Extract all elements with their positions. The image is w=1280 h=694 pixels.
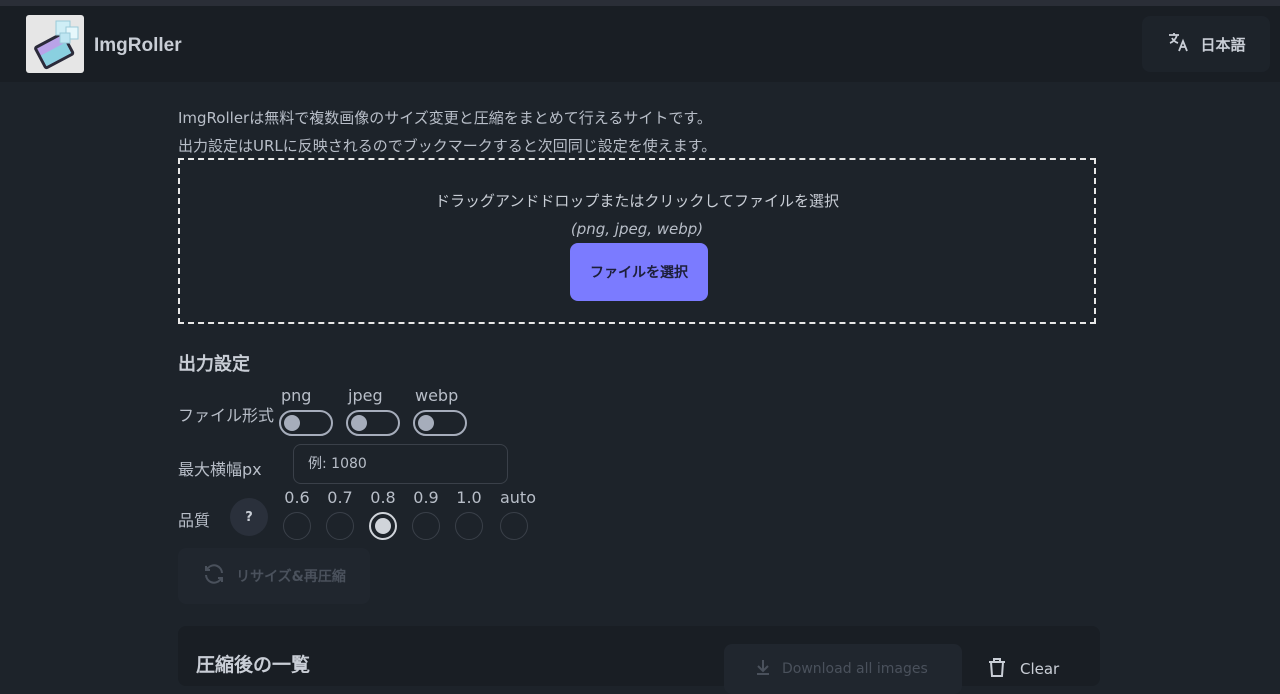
select-file-button[interactable]: ファイルを選択 [570,243,708,301]
format-name: webp [415,386,459,405]
quality-option-0.9: 0.9 [406,488,446,540]
intro-text: ImgRollerは無料で複数画像のサイズ変更と圧縮をまとめて行えるサイトです。… [178,104,716,160]
results-title: 圧縮後の一覧 [196,654,311,676]
output-settings-title: 出力設定 [178,354,250,375]
refresh-icon [202,562,226,590]
jpeg-toggle[interactable] [346,410,400,436]
quality-radio-0.9[interactable] [412,512,440,540]
quality-option-0.8: 0.8 [363,488,403,540]
quality-radio-1.0[interactable] [455,512,483,540]
download-all-button[interactable]: Download all images [724,644,962,694]
format-option-webp: webp [413,386,467,436]
language-button[interactable]: 日本語 [1142,16,1270,72]
file-dropzone[interactable]: ドラッグアンドドロップまたはクリックしてファイルを選択 (png, jpeg, … [178,158,1096,324]
quality-radio-0.8[interactable] [369,512,397,540]
intro-line-2: 出力設定はURLに反映されるのでブックマークすると次回同じ設定を使えます。 [178,137,717,155]
intro-line-1: ImgRollerは無料で複数画像のサイズ変更と圧縮をまとめて行えるサイトです。 [178,109,712,127]
quality-radio-0.7[interactable] [326,512,354,540]
quality-option-auto: auto [498,488,538,540]
trash-icon [986,656,1008,682]
quality-value: 1.0 [456,488,482,507]
format-option-png: png [279,386,333,436]
webp-toggle[interactable] [413,410,467,436]
quality-label: 品質 [178,511,211,530]
quality-option-0.7: 0.7 [320,488,360,540]
language-label: 日本語 [1200,35,1246,54]
app-header: ImgRoller 日本語 [0,6,1280,82]
dropzone-formats: (png, jpeg, webp) [570,220,704,238]
format-option-jpeg: jpeg [346,386,400,436]
format-name: png [281,386,312,405]
download-all-label: Download all images [782,661,928,677]
quality-value: auto [499,488,536,507]
quality-option-0.6: 0.6 [277,488,317,540]
format-name: jpeg [348,386,383,405]
app-name: ImgRoller [94,35,182,56]
max-width-input[interactable] [293,444,508,484]
max-width-label: 最大横幅px [178,460,262,479]
app-logo-icon[interactable] [26,15,84,73]
quality-radio-auto[interactable] [500,512,528,540]
png-toggle[interactable] [279,410,333,436]
file-format-label: ファイル形式 [178,406,275,425]
quality-help-button[interactable]: ? [230,498,268,536]
quality-radio-0.6[interactable] [283,512,311,540]
quality-value: 0.7 [327,488,353,507]
download-icon [754,658,772,680]
results-panel: 圧縮後の一覧 Download all images Clear [178,626,1100,694]
clear-label: Clear [1020,660,1060,678]
resize-recompress-button[interactable]: リサイズ&再圧縮 [178,548,370,604]
quality-option-1.0: 1.0 [449,488,489,540]
quality-value: 0.6 [284,488,310,507]
dropzone-instruction: ドラッグアンドドロップまたはクリックしてファイルを選択 [435,192,839,210]
quality-value: 0.8 [370,488,396,507]
quality-value: 0.9 [413,488,439,507]
resize-button-label: リサイズ&再圧縮 [236,569,346,585]
clear-button[interactable]: Clear [986,656,1059,682]
translate-icon [1166,30,1190,58]
